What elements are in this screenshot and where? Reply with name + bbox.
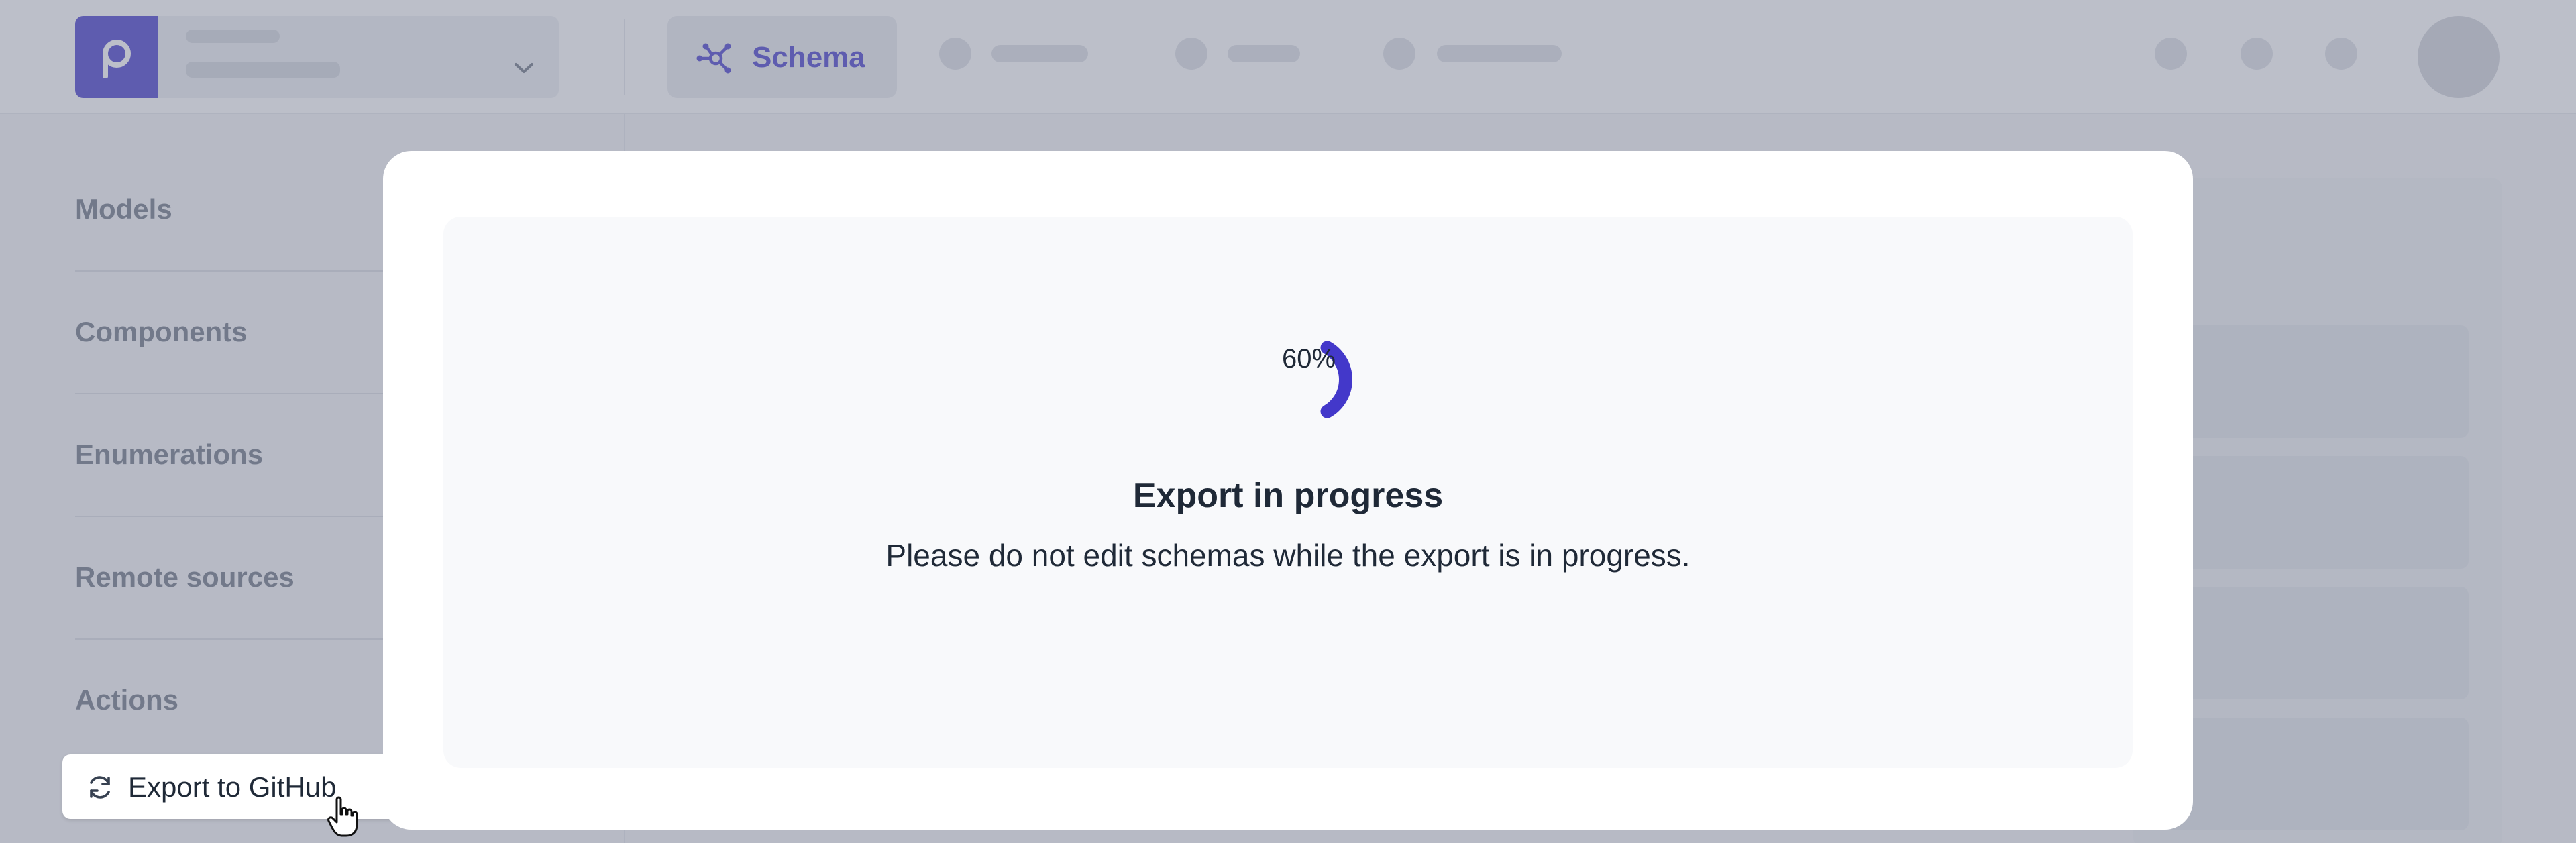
export-button-label: Export to GitHub (128, 771, 337, 803)
modal-description: Please do not edit schemas while the exp… (885, 538, 1690, 573)
modal-title: Export in progress (1132, 476, 1444, 515)
hand-pointer-icon (327, 796, 358, 837)
refresh-icon (90, 776, 110, 799)
progress-indicator: 60% (1258, 329, 1359, 430)
progress-percent-label: 60% (1281, 344, 1336, 374)
modal-content: 60% Export in progress Please do not edi… (443, 217, 2133, 768)
export-progress-modal: 60% Export in progress Please do not edi… (383, 151, 2193, 830)
